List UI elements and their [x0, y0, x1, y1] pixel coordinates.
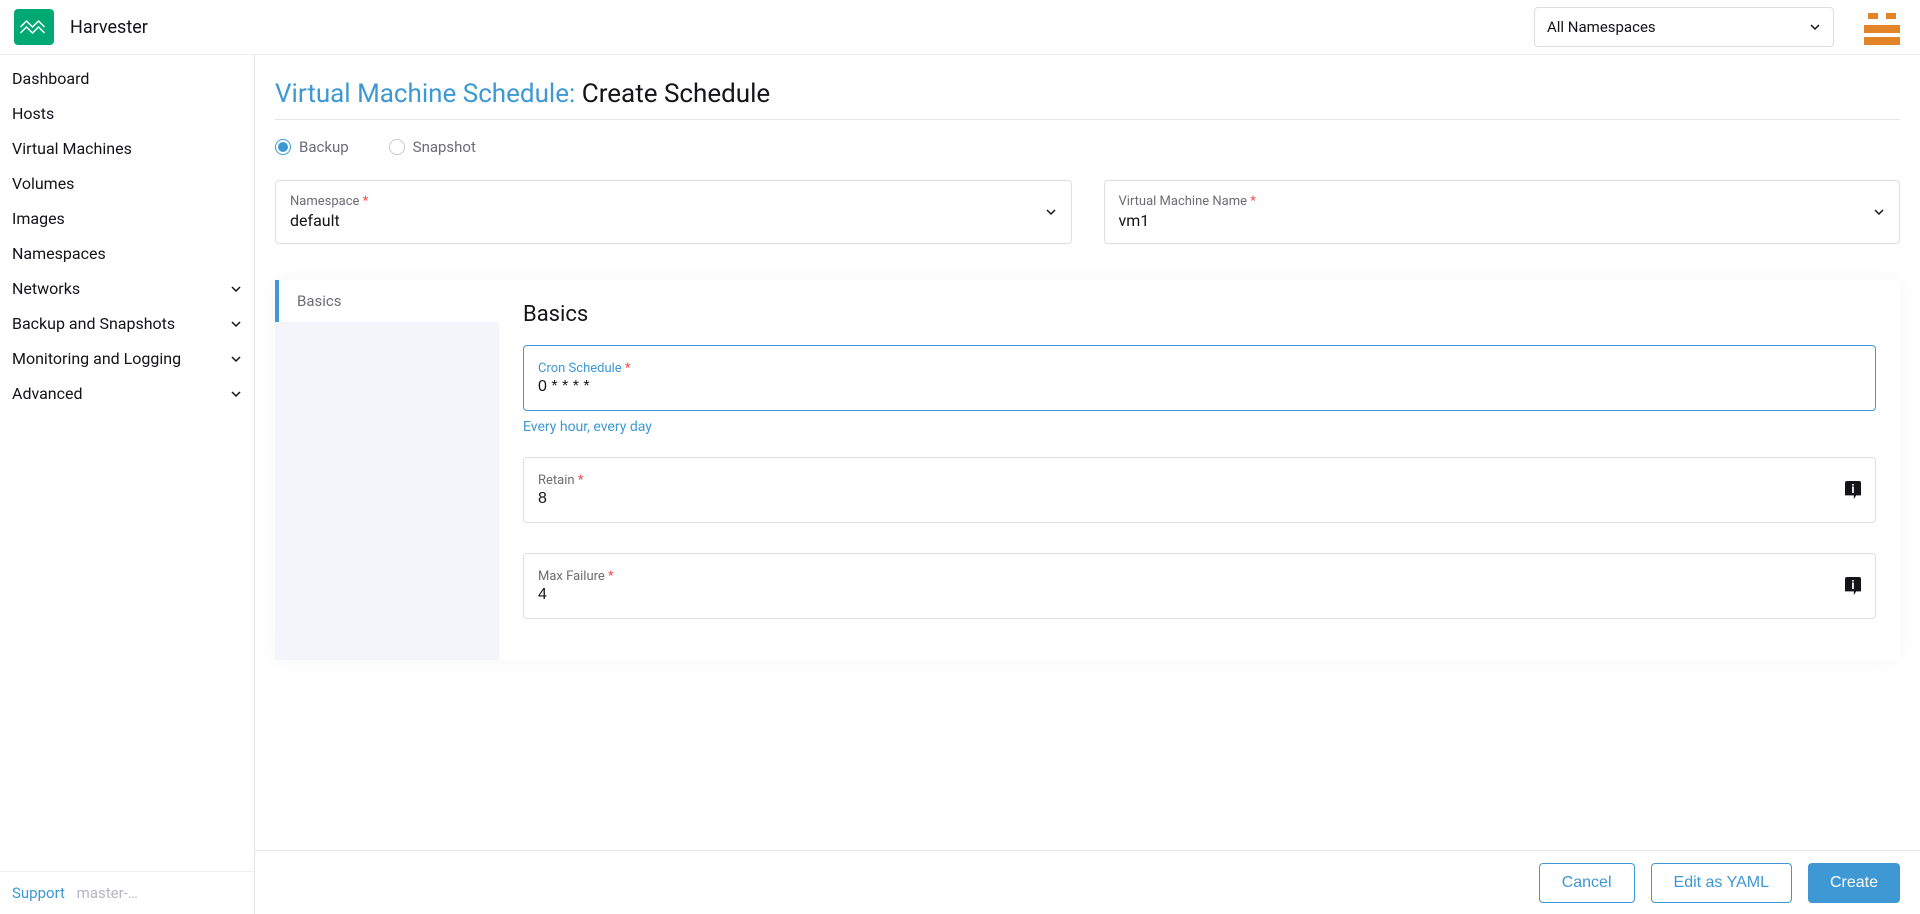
sidebar-item-label: Virtual Machines — [12, 139, 132, 158]
retain-value[interactable] — [538, 490, 1861, 508]
chevron-down-icon — [230, 353, 242, 365]
retain-input[interactable]: Retain * i — [523, 457, 1876, 523]
radio-backup[interactable]: Backup — [275, 138, 349, 156]
panel-body: Basics Cron Schedule * Every hour, every… — [499, 280, 1900, 660]
chevron-down-icon — [1809, 21, 1821, 33]
namespace-selector[interactable]: All Namespaces — [1534, 7, 1834, 47]
panel-tabs: Basics — [275, 280, 499, 660]
sidebar-item-monitoring-logging[interactable]: Monitoring and Logging — [0, 341, 254, 376]
cron-value[interactable] — [538, 378, 1861, 396]
section-title: Basics — [523, 302, 1876, 327]
brand-text: Harvester — [70, 17, 148, 38]
max-failure-value[interactable] — [538, 586, 1861, 604]
field-value: default — [290, 211, 1057, 230]
sidebar-item-volumes[interactable]: Volumes — [0, 166, 254, 201]
chevron-down-icon — [1045, 206, 1057, 218]
field-label: Max Failure * — [538, 569, 1861, 584]
sidebar-item-dashboard[interactable]: Dashboard — [0, 61, 254, 96]
radio-label: Backup — [299, 138, 349, 156]
support-link[interactable]: Support — [12, 884, 65, 902]
field-label: Namespace * — [290, 194, 1057, 209]
sidebar-item-label: Images — [12, 209, 65, 228]
radio-dot-icon — [275, 139, 291, 155]
cron-hint: Every hour, every day — [523, 419, 1876, 435]
basics-panel: Basics Basics Cron Schedule * Every hour… — [275, 280, 1900, 660]
sidebar-item-label: Networks — [12, 279, 80, 298]
sidebar-item-label: Monitoring and Logging — [12, 349, 181, 368]
user-avatar[interactable] — [1864, 9, 1900, 45]
sidebar-item-label: Volumes — [12, 174, 74, 193]
main-content: Virtual Machine Schedule: Create Schedul… — [255, 55, 1920, 914]
sidebar-footer: Support master-… — [0, 871, 254, 914]
sidebar-item-networks[interactable]: Networks — [0, 271, 254, 306]
sidebar-item-label: Advanced — [12, 384, 83, 403]
breadcrumb[interactable]: Virtual Machine Schedule: — [275, 79, 575, 109]
radio-snapshot[interactable]: Snapshot — [389, 138, 476, 156]
chevron-down-icon — [1873, 206, 1885, 218]
field-value: vm1 — [1119, 211, 1886, 230]
field-label: Cron Schedule * — [538, 361, 1861, 376]
chevron-down-icon — [230, 283, 242, 295]
chevron-down-icon — [230, 318, 242, 330]
harvester-logo-icon — [14, 9, 54, 45]
tab-basics[interactable]: Basics — [275, 280, 499, 322]
chevron-down-icon — [230, 388, 242, 400]
max-failure-input[interactable]: Max Failure * i — [523, 553, 1876, 619]
sidebar-item-hosts[interactable]: Hosts — [0, 96, 254, 131]
sidebar-item-images[interactable]: Images — [0, 201, 254, 236]
namespace-select[interactable]: Namespace * default — [275, 180, 1072, 244]
sidebar-item-label: Hosts — [12, 104, 54, 123]
cancel-button[interactable]: Cancel — [1539, 863, 1635, 903]
sidebar-nav: Dashboard Hosts Virtual Machines Volumes… — [0, 55, 254, 871]
version-text: master-… — [77, 884, 138, 902]
sidebar-item-label: Namespaces — [12, 244, 106, 263]
field-label: Retain * — [538, 473, 1861, 488]
top-header: Harvester All Namespaces — [0, 0, 1920, 55]
sidebar: Dashboard Hosts Virtual Machines Volumes… — [0, 55, 255, 914]
cron-schedule-input[interactable]: Cron Schedule * — [523, 345, 1876, 411]
radio-dot-icon — [389, 139, 405, 155]
vm-name-select[interactable]: Virtual Machine Name * vm1 — [1104, 180, 1901, 244]
namespace-selector-value: All Namespaces — [1547, 18, 1656, 36]
title-text: Create Schedule — [582, 79, 770, 109]
schedule-type-radio-group: Backup Snapshot — [275, 138, 1900, 156]
sidebar-item-backup-snapshots[interactable]: Backup and Snapshots — [0, 306, 254, 341]
create-button[interactable]: Create — [1808, 863, 1900, 903]
sidebar-item-label: Dashboard — [12, 69, 89, 88]
edit-as-yaml-button[interactable]: Edit as YAML — [1651, 863, 1792, 903]
brand-wrap: Harvester — [14, 9, 148, 45]
sidebar-item-virtual-machines[interactable]: Virtual Machines — [0, 131, 254, 166]
field-label: Virtual Machine Name * — [1119, 194, 1886, 209]
sidebar-item-namespaces[interactable]: Namespaces — [0, 236, 254, 271]
sidebar-item-advanced[interactable]: Advanced — [0, 376, 254, 411]
sidebar-item-label: Backup and Snapshots — [12, 314, 175, 333]
radio-label: Snapshot — [413, 138, 476, 156]
footer-actions: Cancel Edit as YAML Create — [255, 850, 1920, 914]
page-title: Virtual Machine Schedule: Create Schedul… — [275, 79, 1900, 109]
